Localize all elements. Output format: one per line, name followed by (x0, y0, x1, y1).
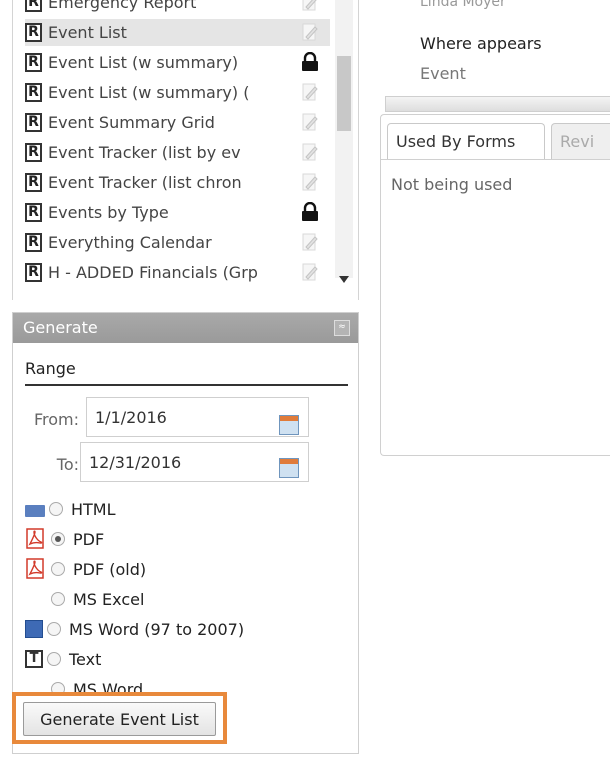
from-label: From: (33, 410, 79, 429)
from-calendar-icon[interactable] (279, 415, 299, 435)
report-type-icon: R (25, 263, 42, 282)
report-list-item-label: Event List (48, 23, 127, 42)
report-type-icon: R (25, 203, 42, 222)
scroll-down-arrow-icon[interactable] (339, 276, 349, 283)
pdf-icon (25, 558, 47, 580)
tab-review[interactable]: Revi (551, 123, 610, 159)
where-appears-label: Where appears (420, 34, 542, 53)
report-type-icon: R (25, 83, 42, 102)
format-radio[interactable] (47, 622, 61, 636)
generate-event-list-button[interactable]: Generate Event List (23, 702, 216, 736)
splitter-bar[interactable] (385, 96, 610, 112)
generate-panel: Generate ≈ Range From: To: HTML PDF PDF (o… (12, 312, 359, 754)
format-radio[interactable] (51, 562, 65, 576)
generate-button-highlight: Generate Event List (12, 692, 227, 744)
usage-tabs-panel: Used By Forms Revi Not being used (380, 114, 610, 456)
format-label: HTML (71, 499, 116, 519)
report-list-item[interactable]: R Event List (w summary) (25, 49, 330, 76)
edit-icon[interactable] (299, 112, 321, 132)
to-date-input[interactable] (80, 442, 309, 482)
report-list-item[interactable]: R Event List (25, 19, 330, 46)
format-option[interactable]: PDF (old) (25, 554, 345, 584)
tab-used-by-forms[interactable]: Used By Forms (387, 123, 545, 159)
format-option[interactable]: MS Word (97 to 2007) (25, 614, 345, 644)
to-label: To: (56, 455, 79, 474)
report-list-item[interactable]: R Everything Calendar (25, 229, 330, 256)
report-list: R Emergency Report R Event List R Event List … (12, 0, 359, 300)
format-radio[interactable] (51, 532, 65, 546)
collapse-panel-icon[interactable]: ≈ (334, 320, 350, 336)
format-radio[interactable] (51, 592, 65, 606)
report-detail-box: Linda Moyer Where appears Event (380, 0, 610, 110)
report-list-item-label: Event List (w summary) ( (48, 83, 250, 102)
owner-name: Linda Moyer (420, 0, 506, 10)
report-list-item[interactable]: R Events by Type (25, 199, 330, 226)
generate-panel-header: Generate ≈ (13, 313, 358, 343)
html-icon (25, 505, 45, 517)
format-option[interactable]: HTML (25, 494, 345, 524)
format-label: PDF (old) (73, 559, 147, 579)
report-type-icon: R (25, 23, 42, 42)
format-label: MS Word (97 to 2007) (69, 619, 245, 639)
edit-icon[interactable] (299, 0, 321, 12)
report-list-item-label: Event Summary Grid (48, 113, 215, 132)
text-icon: T (25, 650, 43, 668)
generate-panel-title: Generate (23, 318, 98, 337)
pdf-icon (25, 528, 47, 550)
format-radio[interactable] (49, 502, 63, 516)
report-list-item[interactable]: R Emergency Report (25, 0, 330, 16)
lock-icon (302, 202, 318, 221)
usage-status-text: Not being used (391, 175, 513, 194)
format-option[interactable]: MS Excel (25, 584, 345, 614)
report-type-icon: R (25, 143, 42, 162)
report-list-item-label: Events by Type (48, 203, 169, 222)
report-type-icon: R (25, 173, 42, 192)
report-list-item-label: Everything Calendar (48, 233, 212, 252)
from-date-input[interactable] (86, 397, 309, 437)
report-list-item[interactable]: R Event Summary Grid (25, 109, 330, 136)
format-option[interactable]: PDF (25, 524, 345, 554)
format-label: MS Excel (73, 589, 145, 609)
report-list-item-label: Event List (w summary) (48, 53, 239, 72)
format-label: PDF (73, 529, 105, 549)
edit-icon[interactable] (299, 172, 321, 192)
edit-icon[interactable] (299, 142, 321, 162)
report-type-icon: R (25, 53, 42, 72)
range-divider (25, 384, 348, 386)
tab-divider (381, 159, 610, 160)
edit-icon[interactable] (299, 262, 321, 282)
report-list-scrollbar[interactable] (335, 0, 353, 278)
report-type-icon: R (25, 0, 42, 12)
format-radio[interactable] (47, 652, 61, 666)
format-option[interactable]: T Text (25, 644, 345, 674)
lock-icon (302, 52, 318, 71)
format-label: Text (69, 649, 102, 669)
range-section-title: Range (25, 359, 76, 378)
edit-icon[interactable] (299, 22, 321, 42)
report-list-item-label: Event Tracker (list chron (48, 173, 242, 192)
report-list-item-label: Event Tracker (list by ev (48, 143, 241, 162)
report-list-item[interactable]: R Event Tracker (list chron (25, 169, 330, 196)
report-type-icon: R (25, 113, 42, 132)
word-icon (25, 620, 43, 638)
edit-icon[interactable] (299, 82, 321, 102)
blank-icon-slot (25, 588, 47, 610)
report-list-item[interactable]: R Event Tracker (list by ev (25, 139, 330, 166)
edit-icon[interactable] (299, 232, 321, 252)
report-list-item[interactable]: R Event List (w summary) ( (25, 79, 330, 106)
report-type-icon: R (25, 233, 42, 252)
report-list-item-label: Emergency Report (48, 0, 197, 12)
to-calendar-icon[interactable] (279, 458, 299, 478)
report-list-item-label: H - ADDED Financials (Grp (48, 263, 258, 282)
report-list-item[interactable]: R H - ADDED Financials (Grp (25, 259, 330, 286)
where-appears-value: Event (420, 64, 466, 83)
scrollbar-thumb[interactable] (337, 56, 351, 131)
